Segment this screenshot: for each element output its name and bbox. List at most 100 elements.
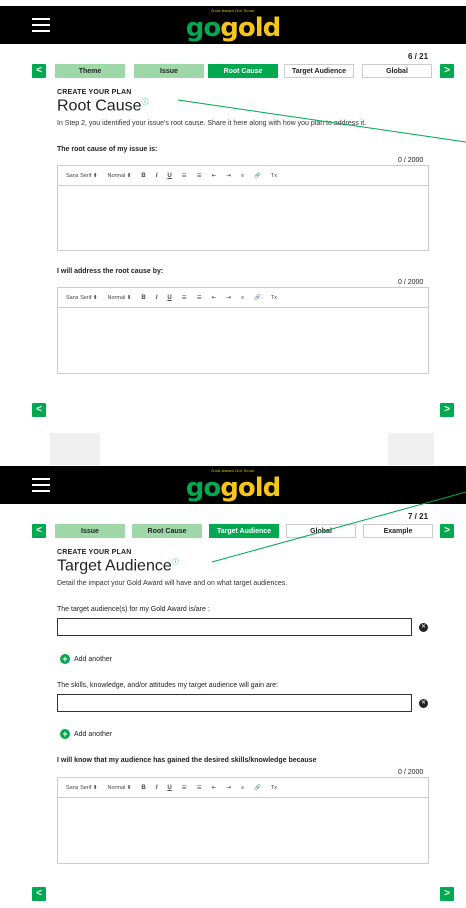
- size-select-label: Normal: [107, 172, 126, 179]
- underline-button[interactable]: U: [167, 785, 171, 791]
- nav-next-button[interactable]: >: [440, 64, 454, 78]
- editor-body[interactable]: [58, 308, 428, 373]
- font-select-label: Sans Serif: [66, 172, 92, 179]
- step-tab-root-cause[interactable]: Root Cause: [208, 64, 278, 78]
- bullet-list-icon[interactable]: ☰: [197, 173, 202, 179]
- page-title-text: Target Audience: [57, 557, 172, 575]
- clear-format-icon[interactable]: Tx: [271, 785, 277, 791]
- underline-button[interactable]: U: [167, 295, 171, 301]
- step-tab-root-cause[interactable]: Root Cause: [132, 524, 202, 538]
- field-label: I will know that my audience has gained …: [57, 757, 317, 764]
- editor-body[interactable]: [58, 186, 428, 250]
- step-tab-theme[interactable]: Theme: [55, 64, 125, 78]
- font-select[interactable]: Sans Serif ⬍: [66, 785, 98, 791]
- step-tab-example[interactable]: Example: [363, 524, 433, 538]
- char-count: 0 / 2000: [398, 157, 424, 164]
- link-icon[interactable]: 🔗: [254, 173, 261, 179]
- gogold-logo: Gold Award Girl Scout gogold: [185, 8, 281, 43]
- indent-decrease-icon[interactable]: ⇤: [212, 173, 217, 179]
- step-nav: < Theme Issue Root Cause Target Audience…: [32, 63, 454, 79]
- step-tab-target-audience[interactable]: Target Audience: [209, 524, 279, 538]
- italic-button[interactable]: I: [156, 295, 158, 301]
- step-tab-issue[interactable]: Issue: [55, 524, 125, 538]
- bottom-next-button[interactable]: >: [440, 887, 454, 901]
- bold-button[interactable]: B: [141, 295, 145, 301]
- skills-input[interactable]: [57, 694, 412, 712]
- char-count: 0 / 2000: [398, 769, 424, 776]
- close-circle-icon[interactable]: ✕: [419, 699, 428, 708]
- nav-prev-button[interactable]: <: [32, 524, 46, 538]
- bullet-list-icon[interactable]: ☰: [197, 295, 202, 301]
- font-select[interactable]: Sans Serif ⬍: [66, 295, 98, 301]
- align-icon[interactable]: ≡: [241, 173, 244, 179]
- rich-text-editor[interactable]: Sans Serif ⬍ Normal ⬍ B I U ☰ ☰ ⇤ ⇥ ≡ 🔗 …: [57, 777, 429, 864]
- hamburger-icon[interactable]: [32, 18, 50, 32]
- bullet-list-icon[interactable]: ☰: [197, 785, 202, 791]
- logo-go: go: [185, 473, 221, 503]
- size-select[interactable]: Normal ⬍: [108, 295, 132, 301]
- step-tab-issue[interactable]: Issue: [134, 64, 204, 78]
- page-title-text: Root Cause: [57, 97, 142, 115]
- logo-gold: gold: [220, 473, 281, 503]
- plus-circle-icon: +: [60, 654, 70, 664]
- align-icon[interactable]: ≡: [241, 295, 244, 301]
- size-select[interactable]: Normal ⬍: [108, 173, 132, 179]
- field-label: The root cause of my issue is:: [57, 146, 158, 153]
- underline-button[interactable]: U: [167, 173, 171, 179]
- indent-increase-icon[interactable]: ⇥: [226, 295, 231, 301]
- indent-decrease-icon[interactable]: ⇤: [212, 295, 217, 301]
- nav-prev-button[interactable]: <: [32, 64, 46, 78]
- editor-toolbar: Sans Serif ⬍ Normal ⬍ B I U ☰ ☰ ⇤ ⇥ ≡ 🔗 …: [58, 778, 428, 798]
- info-icon[interactable]: ⓘ: [172, 559, 179, 566]
- section-description: In Step 2, you identified your issue's r…: [57, 120, 367, 127]
- link-icon[interactable]: 🔗: [254, 785, 261, 791]
- step-tab-target-audience[interactable]: Target Audience: [284, 64, 354, 78]
- ordered-list-icon[interactable]: ☰: [182, 173, 187, 179]
- section-description: Detail the impact your Gold Award will h…: [57, 580, 288, 587]
- font-select-label: Sans Serif: [66, 784, 92, 791]
- field-label: The skills, knowledge, and/or attitudes …: [57, 682, 279, 689]
- bold-button[interactable]: B: [141, 173, 145, 179]
- close-circle-icon[interactable]: ✕: [419, 623, 428, 632]
- add-another-label: Add another: [74, 730, 113, 738]
- field-label: The target audience(s) for my Gold Award…: [57, 606, 210, 613]
- rich-text-editor[interactable]: Sans Serif ⬍ Normal ⬍ B I U ☰ ☰ ⇤ ⇥ ≡ 🔗 …: [57, 287, 429, 374]
- rich-text-editor[interactable]: Sans Serif ⬍ Normal ⬍ B I U ☰ ☰ ⇤ ⇥ ≡ 🔗 …: [57, 165, 429, 251]
- clear-format-icon[interactable]: Tx: [271, 295, 277, 301]
- size-select[interactable]: Normal ⬍: [108, 785, 132, 791]
- link-icon[interactable]: 🔗: [254, 295, 261, 301]
- size-select-label: Normal: [107, 784, 126, 791]
- bottom-prev-button[interactable]: <: [32, 403, 46, 417]
- header-bar: Gold Award Girl Scout gogold: [0, 6, 466, 44]
- logo-go: go: [185, 13, 221, 43]
- step-tab-global[interactable]: Global: [362, 64, 432, 78]
- indent-increase-icon[interactable]: ⇥: [226, 173, 231, 179]
- nav-next-button[interactable]: >: [440, 524, 454, 538]
- clear-format-icon[interactable]: Tx: [271, 173, 277, 179]
- align-icon[interactable]: ≡: [241, 785, 244, 791]
- editor-body[interactable]: [58, 798, 428, 863]
- bottom-next-button[interactable]: >: [440, 403, 454, 417]
- gogold-logo: Gold Award Girl Scout gogold: [185, 468, 281, 503]
- bold-button[interactable]: B: [141, 785, 145, 791]
- italic-button[interactable]: I: [156, 173, 158, 179]
- hamburger-icon[interactable]: [32, 478, 50, 492]
- info-icon[interactable]: ⓘ: [142, 99, 149, 106]
- italic-button[interactable]: I: [156, 785, 158, 791]
- font-select[interactable]: Sans Serif ⬍: [66, 173, 98, 179]
- add-another-button[interactable]: + Add another: [60, 654, 112, 664]
- indent-increase-icon[interactable]: ⇥: [226, 785, 231, 791]
- char-count: 0 / 2000: [398, 279, 424, 286]
- add-another-button[interactable]: + Add another: [60, 729, 112, 739]
- ordered-list-icon[interactable]: ☰: [182, 785, 187, 791]
- indent-decrease-icon[interactable]: ⇤: [212, 785, 217, 791]
- placeholder-block: [388, 433, 434, 465]
- bottom-prev-button[interactable]: <: [32, 887, 46, 901]
- step-tab-global[interactable]: Global: [286, 524, 356, 538]
- placeholder-block: [50, 433, 100, 465]
- section-kicker: CREATE YOUR PLAN: [57, 89, 132, 96]
- target-audience-input[interactable]: [57, 618, 412, 636]
- ordered-list-icon[interactable]: ☰: [182, 295, 187, 301]
- add-another-label: Add another: [74, 655, 113, 663]
- step-counter: 6 / 21: [408, 52, 429, 61]
